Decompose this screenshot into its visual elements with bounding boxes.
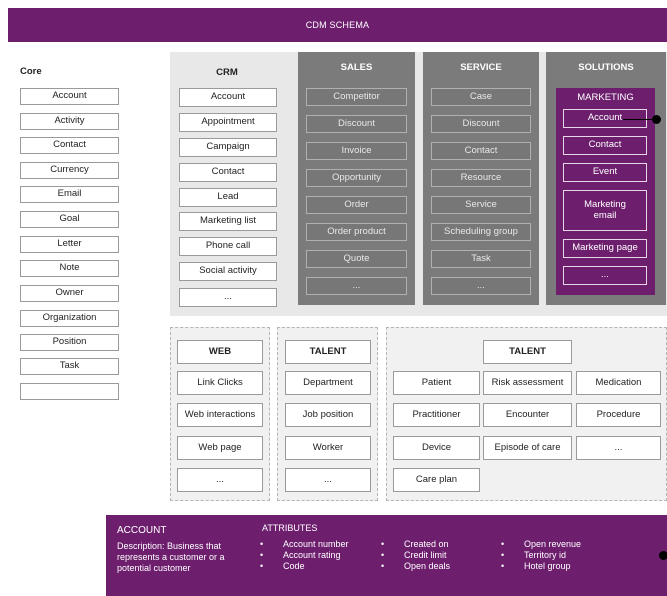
- crm-item[interactable]: Lead: [179, 188, 277, 207]
- web-item[interactable]: Web page: [177, 436, 263, 460]
- attribute-item: Hotel group: [501, 561, 581, 572]
- talent-heading: TALENT: [285, 340, 371, 364]
- sales-item[interactable]: Quote: [306, 250, 407, 268]
- attribute-list-3: Open revenue Territory id Hotel group: [501, 539, 581, 572]
- service-item[interactable]: Task: [431, 250, 531, 268]
- core-item[interactable]: Goal: [20, 211, 119, 228]
- footer-description: Description: Business that represents a …: [117, 541, 225, 573]
- crm-item[interactable]: Appointment: [179, 113, 277, 132]
- attribute-item: Credit limit: [381, 550, 450, 561]
- attribute-item: Account rating: [260, 550, 349, 561]
- talent-healthcare-item[interactable]: Care plan: [393, 468, 480, 492]
- sales-item[interactable]: Competitor: [306, 88, 407, 106]
- attribute-item: Territory id: [501, 550, 581, 561]
- footer-attributes-label: ATTRIBUTES: [262, 523, 318, 533]
- sales-item[interactable]: Discount: [306, 115, 407, 133]
- core-heading: Core: [20, 66, 42, 77]
- web-item[interactable]: Web interactions: [177, 403, 263, 427]
- crm-item[interactable]: ...: [179, 288, 277, 307]
- sales-item[interactable]: ...: [306, 277, 407, 295]
- sales-item[interactable]: Invoice: [306, 142, 407, 160]
- talent-item[interactable]: ...: [285, 468, 371, 492]
- talent-healthcare-heading: TALENT: [483, 340, 572, 364]
- crm-item[interactable]: Campaign: [179, 138, 277, 157]
- core-item[interactable]: Activity: [20, 113, 119, 130]
- core-item[interactable]: Owner: [20, 285, 119, 302]
- talent-healthcare-item[interactable]: Patient: [393, 371, 480, 395]
- service-item[interactable]: Scheduling group: [431, 223, 531, 241]
- web-heading: WEB: [177, 340, 263, 364]
- web-item[interactable]: ...: [177, 468, 263, 492]
- core-item[interactable]: Letter: [20, 236, 119, 253]
- talent-healthcare-item[interactable]: Practitioner: [393, 403, 480, 427]
- service-item[interactable]: Resource: [431, 169, 531, 187]
- core-item[interactable]: Account: [20, 88, 119, 105]
- attribute-list-2: Created on Credit limit Open deals: [381, 539, 450, 572]
- marketing-heading: MARKETING: [577, 92, 634, 103]
- schema-title: CDM SCHEMA: [305, 20, 370, 30]
- core-item[interactable]: Organization: [20, 310, 119, 327]
- service-item[interactable]: Contact: [431, 142, 531, 160]
- core-item[interactable]: Email: [20, 186, 119, 203]
- marketing-item[interactable]: Event: [563, 163, 647, 182]
- crm-item[interactable]: Phone call: [179, 237, 277, 256]
- web-item[interactable]: Link Clicks: [177, 371, 263, 395]
- schema-title-banner: CDM SCHEMA: [8, 8, 667, 42]
- sales-heading: SALES: [340, 62, 373, 73]
- talent-healthcare-item[interactable]: Procedure: [576, 403, 661, 427]
- marketing-item[interactable]: Contact: [563, 136, 647, 155]
- core-item[interactable]: [20, 383, 119, 400]
- sales-item[interactable]: Opportunity: [306, 169, 407, 187]
- talent-item[interactable]: Job position: [285, 403, 371, 427]
- crm-item[interactable]: Contact: [179, 163, 277, 182]
- solutions-heading: SOLUTIONS: [578, 62, 634, 73]
- attribute-item: Code: [260, 561, 349, 572]
- talent-item[interactable]: Worker: [285, 436, 371, 460]
- crm-item[interactable]: Social activity: [179, 262, 277, 281]
- attribute-item: Open revenue: [501, 539, 581, 550]
- talent-healthcare-item[interactable]: ...: [576, 436, 661, 460]
- talent-healthcare-item[interactable]: Device: [393, 436, 480, 460]
- service-item[interactable]: Discount: [431, 115, 531, 133]
- footer-entity-name: ACCOUNT: [117, 525, 167, 536]
- talent-item[interactable]: Department: [285, 371, 371, 395]
- account-details-panel: ACCOUNT Description: Business that repre…: [106, 515, 667, 596]
- crm-item[interactable]: Account: [179, 88, 277, 107]
- crm-item[interactable]: Marketing list: [179, 212, 277, 231]
- sales-item[interactable]: Order product: [306, 223, 407, 241]
- talent-healthcare-item[interactable]: Episode of care: [483, 436, 572, 460]
- service-item[interactable]: ...: [431, 277, 531, 295]
- attribute-item: Open deals: [381, 561, 450, 572]
- core-item[interactable]: Contact: [20, 137, 119, 154]
- core-item[interactable]: Note: [20, 260, 119, 277]
- sales-item[interactable]: Order: [306, 196, 407, 214]
- service-heading: SERVICE: [460, 62, 502, 73]
- attribute-list-1: Account number Account rating Code: [260, 539, 349, 572]
- core-item[interactable]: Currency: [20, 162, 119, 179]
- marketing-item[interactable]: ...: [563, 266, 647, 285]
- talent-healthcare-item[interactable]: Encounter: [483, 403, 572, 427]
- service-item[interactable]: Service: [431, 196, 531, 214]
- attribute-item: Created on: [381, 539, 450, 550]
- footer-connector-dot: [659, 551, 667, 560]
- marketing-item[interactable]: Marketing email: [563, 190, 647, 231]
- attribute-item: Account number: [260, 539, 349, 550]
- crm-heading: CRM: [216, 67, 238, 78]
- core-item[interactable]: Position: [20, 334, 119, 351]
- talent-healthcare-item[interactable]: Medication: [576, 371, 661, 395]
- service-item[interactable]: Case: [431, 88, 531, 106]
- core-item[interactable]: Task: [20, 358, 119, 375]
- marketing-item[interactable]: Marketing page: [563, 239, 647, 258]
- connector-dot: [652, 115, 661, 124]
- talent-healthcare-item[interactable]: Risk assessment: [483, 371, 572, 395]
